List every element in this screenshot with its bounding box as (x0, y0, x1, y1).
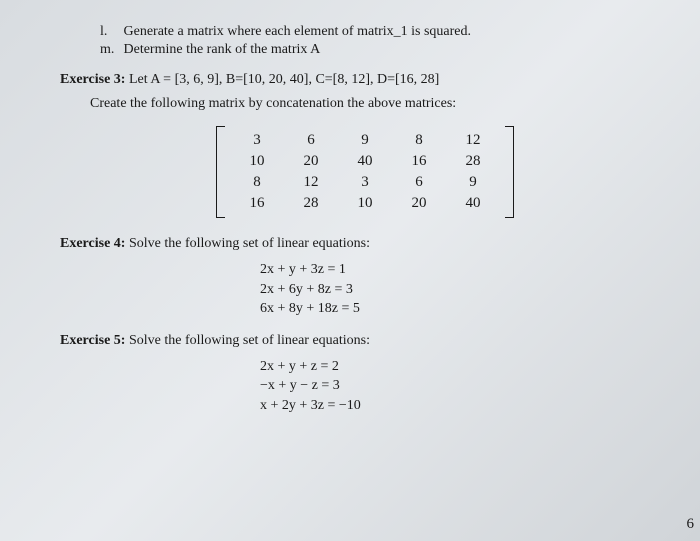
list-marker-m: m. (100, 42, 120, 58)
concatenation-matrix: 3 6 9 8 12 10 20 40 16 28 8 12 3 6 9 1 (216, 126, 514, 218)
list-text-l: Generate a matrix where each element of … (124, 24, 472, 39)
matrix-cell: 6 (392, 172, 446, 193)
matrix-cell: 20 (392, 193, 446, 214)
equation-line: 2x + y + z = 2 (260, 357, 670, 377)
matrix-cell: 12 (446, 130, 500, 151)
matrix-cell: 9 (338, 130, 392, 151)
matrix-cell: 16 (230, 193, 284, 214)
matrix-cell: 10 (338, 193, 392, 214)
equation-line: x + 2y + 3z = −10 (260, 396, 670, 416)
partial-top-line (100, 10, 670, 24)
matrix-cell: 16 (392, 151, 446, 172)
matrix-row: 16 28 10 20 40 (230, 193, 500, 214)
list-item-m: m. Determine the rank of the matrix A (100, 42, 670, 58)
matrix-cell: 40 (338, 151, 392, 172)
list-item-l: l. Generate a matrix where each element … (100, 24, 670, 40)
matrix-row: 10 20 40 16 28 (230, 151, 500, 172)
matrix-cell: 9 (446, 172, 500, 193)
exercise-3-label: Exercise 3: (60, 72, 125, 87)
page-content: l. Generate a matrix where each element … (60, 10, 670, 416)
matrix-container: 3 6 9 8 12 10 20 40 16 28 8 12 3 6 9 1 (60, 126, 670, 218)
matrix-cell: 40 (446, 193, 500, 214)
matrix-row: 3 6 9 8 12 (230, 130, 500, 151)
exercise-5-label: Exercise 5: (60, 333, 125, 348)
exercise-3-subtext: Create the following matrix by concatena… (90, 96, 670, 112)
equation-line: −x + y − z = 3 (260, 376, 670, 396)
equation-line: 2x + 6y + 8z = 3 (260, 280, 670, 300)
matrix-cell: 10 (230, 151, 284, 172)
exercise-4-text: Solve the following set of linear equati… (125, 236, 370, 251)
matrix-row: 8 12 3 6 9 (230, 172, 500, 193)
matrix-cell: 12 (284, 172, 338, 193)
matrix-cell: 28 (446, 151, 500, 172)
matrix-cell: 6 (284, 130, 338, 151)
matrix-cell: 3 (230, 130, 284, 151)
list-text-m: Determine the rank of the matrix A (124, 42, 321, 57)
matrix-cell: 8 (392, 130, 446, 151)
exercise-4-line: Exercise 4: Solve the following set of l… (60, 236, 670, 252)
exercise-3-line: Exercise 3: Let A = [3, 6, 9], B=[10, 20… (60, 72, 670, 88)
exercise-4-label: Exercise 4: (60, 236, 125, 251)
exercise-5-line: Exercise 5: Solve the following set of l… (60, 333, 670, 349)
matrix-cell: 8 (230, 172, 284, 193)
matrix-cell: 28 (284, 193, 338, 214)
matrix-cell: 20 (284, 151, 338, 172)
page-number: 6 (687, 516, 695, 533)
equation-line: 6x + 8y + 18z = 5 (260, 299, 670, 319)
matrix-cell: 3 (338, 172, 392, 193)
exercise-4-equations: 2x + y + 3z = 1 2x + 6y + 8z = 3 6x + 8y… (260, 260, 670, 319)
exercise-5-equations: 2x + y + z = 2 −x + y − z = 3 x + 2y + 3… (260, 357, 670, 416)
equation-line: 2x + y + 3z = 1 (260, 260, 670, 280)
list-marker-l: l. (100, 24, 120, 40)
exercise-5-text: Solve the following set of linear equati… (125, 333, 370, 348)
exercise-3-text: Let A = [3, 6, 9], B=[10, 20, 40], C=[8,… (125, 72, 439, 87)
